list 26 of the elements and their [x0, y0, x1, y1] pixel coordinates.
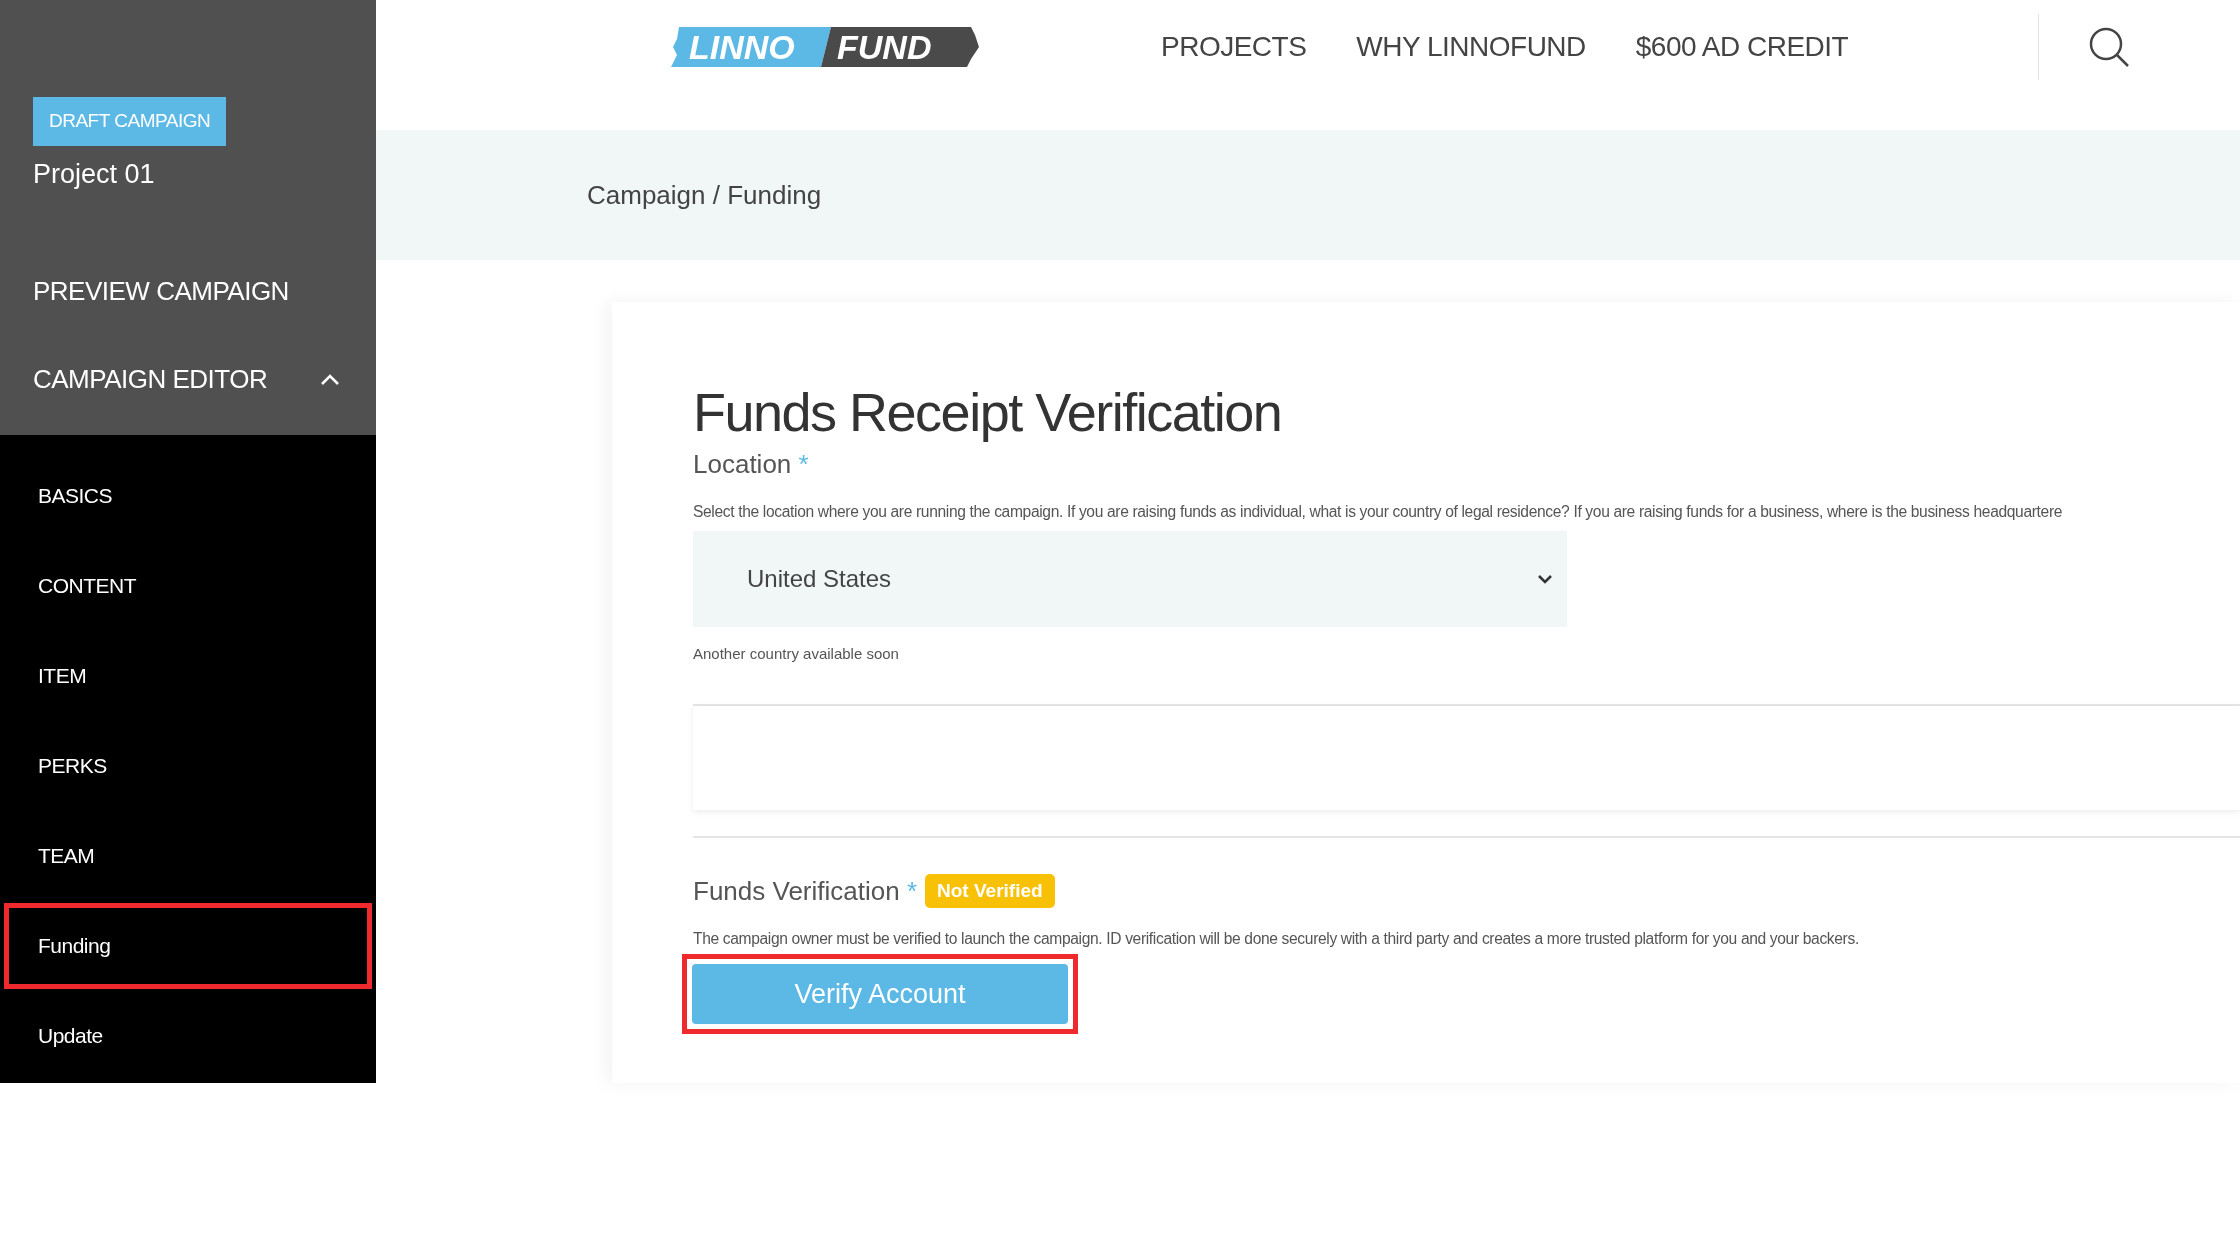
nav-link[interactable]: PROJECTS	[1161, 26, 1307, 68]
sidebar-item[interactable]: PERKS	[4, 723, 372, 809]
sidebar-item[interactable]: Update	[4, 993, 372, 1079]
verification-help-text: The campaign owner must be verified to launch the campaign. ID verification will be done securely with a third party and creates a more trusted platform for you and your backers.	[693, 928, 1860, 949]
chevron-down-icon	[1537, 574, 1553, 585]
sidebar-item[interactable]: BASICS	[4, 453, 372, 539]
sidebar-item[interactable]: CONTENT	[4, 543, 372, 629]
preview-campaign-link[interactable]: PREVIEW CAMPAIGN	[33, 272, 376, 311]
status-badge: Not Verified	[925, 873, 1055, 909]
status-badge: DRAFT CAMPAIGN	[33, 97, 227, 146]
sidebar-item[interactable]: TEAM	[4, 813, 372, 899]
page-title: Funds Receipt Verification	[693, 381, 1283, 444]
linnofund-logo[interactable]: LINNO FUND	[671, 25, 981, 69]
location-note: Another country available soon	[693, 644, 900, 665]
breadcrumb: Campaign / Funding	[587, 178, 822, 212]
sidebar-item[interactable]: ITEM	[4, 633, 372, 719]
location-label: Location *	[693, 447, 810, 481]
campaign-editor-toggle[interactable]: CAMPAIGN EDITOR	[33, 360, 268, 399]
nav-link[interactable]: $600 AD CREDIT	[1635, 26, 1849, 68]
location-help-text: Select the location where you are running the campaign. If you are raising funds as individual, what is your country of legal residence? If you are raising funds for a business, where is the business headquartere	[693, 501, 2064, 522]
country-select[interactable]: United States	[693, 531, 1567, 628]
chevron-up-icon[interactable]	[320, 373, 340, 386]
funds-verification-label: Funds Verification *	[693, 874, 917, 908]
project-name: Project 01	[33, 157, 156, 191]
nav-link[interactable]: WHY LINNOFUND	[1356, 26, 1586, 68]
sidebar-item[interactable]: Funding	[4, 903, 372, 989]
